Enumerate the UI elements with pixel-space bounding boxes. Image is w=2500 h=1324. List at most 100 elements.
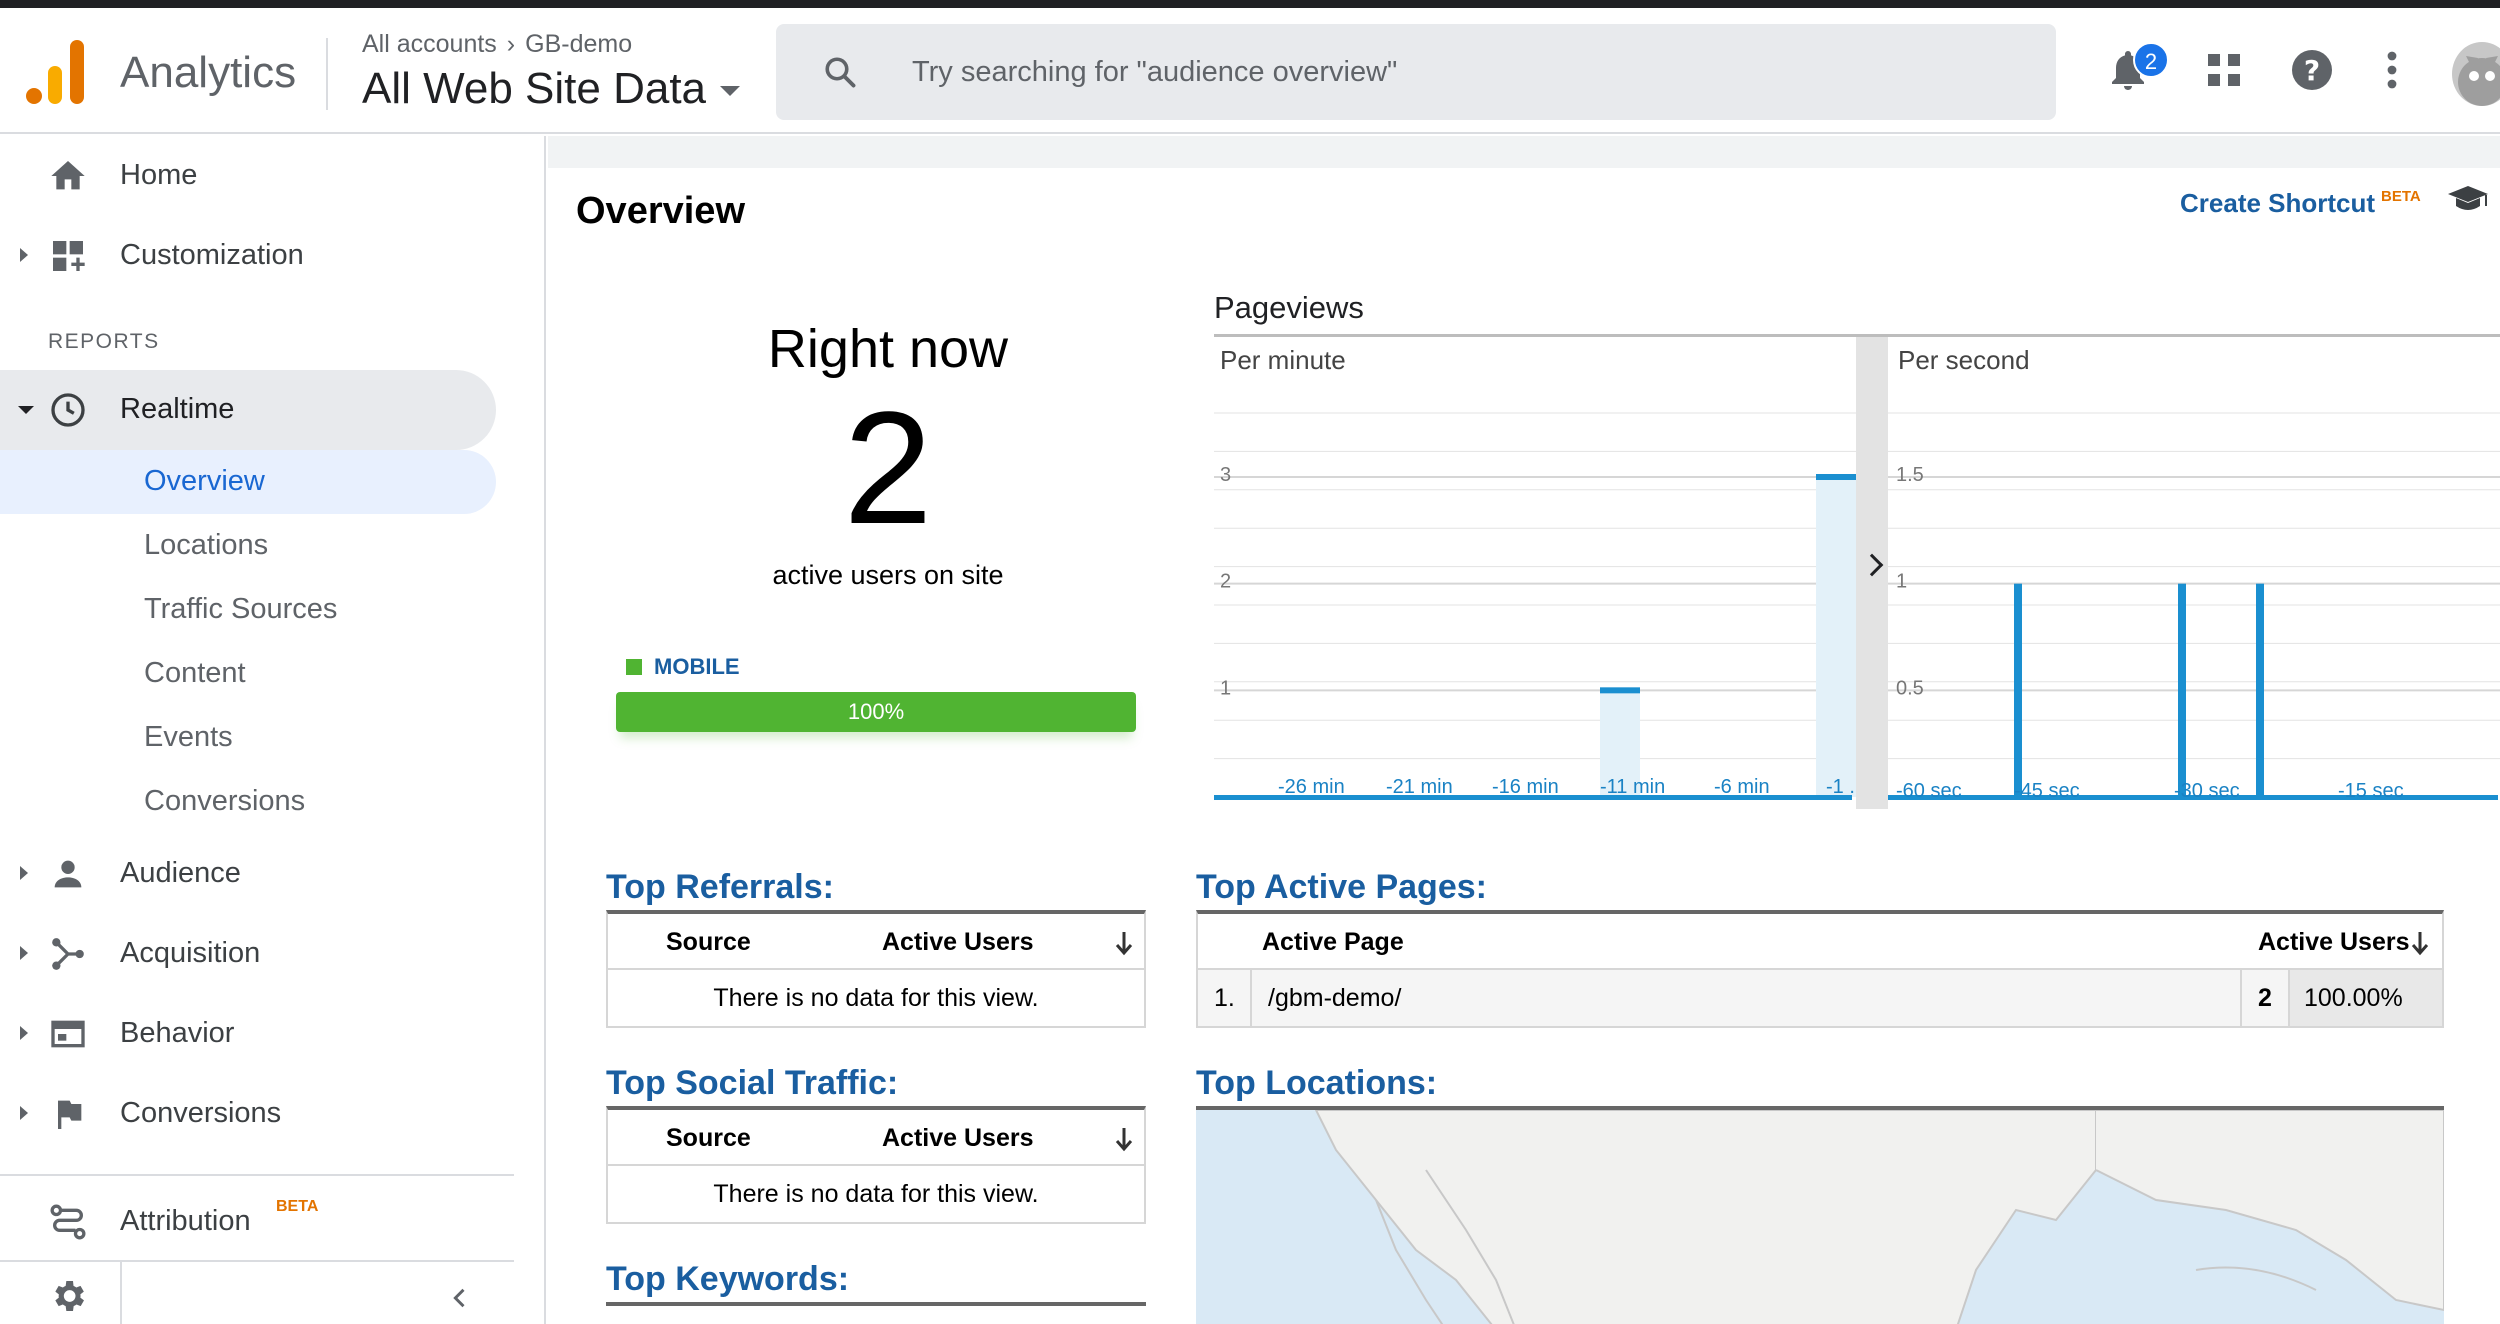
expand-arrow-icon [20, 1106, 28, 1120]
per-second-chart: 0.5 1 1.5 -60 sec -45 sec -30 sec -15 sec [1888, 337, 2500, 813]
analytics-logo-icon[interactable] [26, 40, 86, 104]
breadcrumb-property[interactable]: GB-demo [525, 30, 632, 58]
col-active-users[interactable]: Active Users [882, 1124, 1033, 1153]
sidebar-item-customization[interactable]: Customization [0, 216, 500, 296]
col-source[interactable]: Source [666, 1124, 751, 1153]
bar-mark[interactable] [2178, 583, 2186, 797]
expand-arrow-icon [20, 866, 28, 880]
avatar[interactable] [2452, 42, 2500, 106]
gear-icon[interactable] [48, 1276, 88, 1316]
sidebar-item-home[interactable]: Home [0, 136, 500, 216]
app-name[interactable]: Analytics [120, 48, 296, 98]
sidebar-item-acquisition[interactable]: Acquisition [0, 914, 500, 994]
active-page-link[interactable]: /gbm-demo/ [1268, 984, 1401, 1013]
sidebar-subitem-conversions[interactable]: Conversions [0, 770, 496, 834]
top-active-pages-title: Top Active Pages: [1196, 868, 1487, 906]
bar-mark[interactable] [2256, 583, 2264, 797]
sidebar-item-label: Acquisition [120, 937, 261, 969]
breadcrumb-account[interactable]: All accounts [362, 30, 497, 58]
device-label: MOBILE [654, 654, 740, 679]
pageviews-title: Pageviews [1214, 290, 1364, 325]
sidebar-subitem-label: Events [144, 721, 233, 753]
table-header-divider [608, 1164, 1144, 1166]
sidebar-item-label: Home [120, 159, 198, 191]
app-header: Analytics All accounts › GB-demo All Web S… [0, 8, 2500, 134]
behavior-icon [51, 1020, 85, 1048]
row-users: 2 [2258, 984, 2272, 1012]
top-locations-map[interactable] [1196, 1106, 2444, 1324]
chart-svg: 1 2 3 -26 min -21 min -16 min -11 min -6 min -1 … [1214, 412, 1856, 800]
sidebar-item-label: Attribution [120, 1205, 251, 1237]
reports-section-header: REPORTS [48, 330, 160, 353]
view-name: All Web Site Data [362, 64, 707, 113]
cell-divider [1250, 970, 1252, 1026]
chevron-right-icon [1860, 553, 1884, 577]
y-tick-label: 1 [1220, 677, 1231, 699]
search-icon [825, 57, 856, 88]
sidebar-item-attribution[interactable]: Attribution BETA [0, 1182, 500, 1262]
collapse-arrow-icon [18, 406, 34, 414]
graduation-cap-icon[interactable] [2446, 184, 2490, 214]
svg-text:?: ? [2304, 54, 2320, 87]
top-active-pages-table: Active Page Active Users 1. /gbm-demo/ 2… [1196, 910, 2444, 1028]
col-source[interactable]: Source [666, 928, 751, 957]
chart-divider[interactable] [1856, 337, 1888, 809]
beta-badge: BETA [2381, 188, 2421, 205]
sidebar-item-behavior[interactable]: Behavior [0, 994, 500, 1074]
collapse-sidebar-icon[interactable] [446, 1284, 474, 1312]
notification-badge: 2 [2133, 42, 2169, 78]
x-tick-label: -15 sec [2338, 780, 2404, 802]
bar-mark[interactable] [2014, 583, 2022, 797]
bar-mark[interactable] [1600, 687, 1640, 694]
y-tick-label: 0.5 [1896, 677, 1924, 699]
sidebar-subitem-events[interactable]: Events [0, 706, 496, 770]
top-keywords-table-border [606, 1302, 1146, 1306]
search-box[interactable]: Try searching for "audience overview" [776, 24, 2056, 120]
sort-down-icon[interactable] [2410, 930, 2430, 956]
device-percent: 100% [847, 699, 905, 724]
window-top-strip [0, 0, 2500, 8]
per-minute-chart: 1 2 3 -26 min -21 min -16 min -11 min -6 min -1 … [1214, 337, 1856, 813]
x-tick-label: -16 min [1492, 776, 1559, 798]
beta-badge: BETA [276, 1198, 319, 1215]
row-percent: 100.00% [2304, 984, 2403, 1012]
create-shortcut-link[interactable]: Create Shortcut BETA [2180, 188, 2421, 219]
apps-grid-icon[interactable] [2200, 46, 2248, 94]
top-locations-title: Top Locations: [1196, 1064, 1438, 1102]
y-tick-label: 3 [1220, 464, 1231, 486]
col-active-page[interactable]: Active Page [1262, 928, 1404, 957]
search-placeholder: Try searching for "audience overview" [912, 56, 1398, 88]
mobile-share-bar[interactable]: 100% [616, 692, 1136, 732]
sidebar-subitem-locations[interactable]: Locations [0, 514, 496, 578]
table-row: 1. /gbm-demo/ 2 100.00% [1198, 970, 2442, 1026]
main-content: Overview Create Shortcut BETA Right now 2… [548, 136, 2500, 1324]
top-referrals-table: Source Active Users There is no data for… [606, 910, 1146, 1028]
col-active-users[interactable]: Active Users [882, 928, 1033, 957]
sidebar-subitem-overview[interactable]: Overview [0, 450, 496, 514]
sidebar-subitem-traffic-sources[interactable]: Traffic Sources [0, 578, 496, 642]
x-tick-label: -6 min [1714, 776, 1770, 798]
table-header-divider [608, 968, 1144, 970]
top-social-title: Top Social Traffic: [606, 1064, 899, 1102]
acquisition-icon [52, 938, 84, 970]
top-social-table: Source Active Users There is no data for… [606, 1106, 1146, 1224]
x-tick-label: -45 sec [2014, 780, 2080, 802]
view-selector[interactable]: All Web Site Data [362, 64, 741, 114]
col-active-users[interactable]: Active Users [2258, 928, 2409, 957]
sort-down-icon[interactable] [1114, 1126, 1134, 1152]
more-vert-icon[interactable] [2368, 46, 2416, 94]
chart-svg: 0.5 1 1.5 -60 sec -45 sec -30 sec -15 sec [1888, 412, 2500, 802]
sidebar-item-conversions[interactable]: Conversions [0, 1074, 500, 1154]
bar-mark[interactable] [1816, 474, 1856, 480]
sort-down-icon[interactable] [1114, 930, 1134, 956]
sidebar-item-label: Realtime [120, 393, 235, 425]
sidebar-subitem-content[interactable]: Content [0, 642, 496, 706]
breadcrumb[interactable]: All accounts › GB-demo [362, 30, 632, 59]
sidebar-item-realtime[interactable]: Realtime [0, 370, 496, 450]
sidebar-subitem-label: Overview [144, 465, 265, 497]
person-icon [54, 860, 82, 888]
help-icon[interactable]: ? [2288, 46, 2336, 94]
chevron-right-icon: › [506, 30, 516, 58]
create-shortcut-label: Create Shortcut [2180, 188, 2376, 218]
sidebar-item-audience[interactable]: Audience [0, 834, 500, 914]
